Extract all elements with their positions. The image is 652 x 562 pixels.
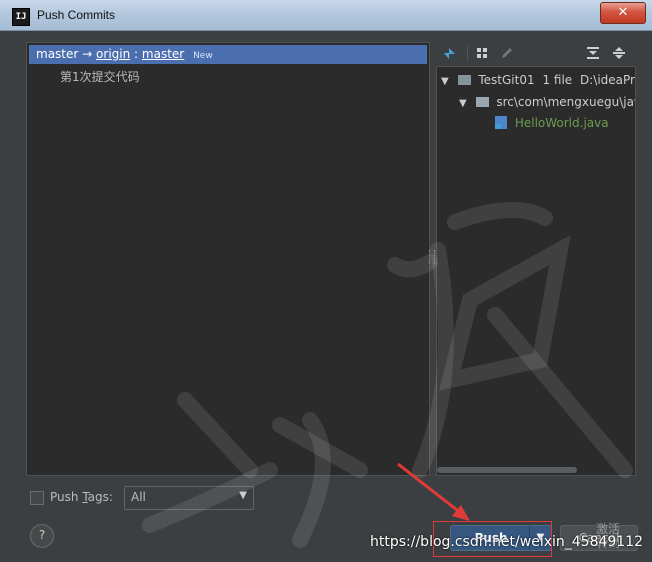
chevron-down-icon: ▼ — [239, 490, 247, 501]
branch-push-row[interactable]: master → origin : master New — [29, 45, 427, 64]
edit-icon[interactable] — [498, 44, 516, 62]
remote-name-link[interactable]: origin — [96, 47, 130, 61]
tags-mode-value: All — [131, 490, 146, 504]
new-badge: New — [193, 51, 213, 61]
file-count: 1 file — [542, 73, 573, 87]
expand-all-icon[interactable] — [584, 44, 602, 62]
pin-icon[interactable] — [441, 44, 459, 62]
horizontal-scrollbar[interactable] — [437, 467, 577, 473]
folder-icon — [475, 97, 489, 107]
project-name: TestGit01 — [478, 73, 535, 87]
title-bar: IJ Push Commits ✕ — [0, 0, 652, 31]
project-path: D:\ideaProj — [580, 73, 635, 87]
help-button[interactable]: ? — [30, 524, 54, 548]
group-icon[interactable] — [474, 44, 492, 62]
collapse-all-icon[interactable] — [610, 44, 628, 62]
java-file-icon — [495, 116, 507, 129]
window-title: Push Commits — [37, 8, 116, 22]
file-name: HelloWorld.java — [514, 116, 609, 130]
intellij-app-icon: IJ — [12, 8, 30, 26]
tags-mode-select[interactable]: All ▼ — [124, 486, 254, 510]
tree-node-package[interactable]: ▼ src\com\mengxuegu\jav — [459, 93, 636, 111]
arrow-right-icon: → — [82, 47, 93, 61]
module-folder-icon — [457, 75, 471, 85]
close-button[interactable]: ✕ — [600, 2, 646, 24]
expand-arrow-icon[interactable]: ▼ — [459, 98, 467, 109]
package-path: src\com\mengxuegu\jav — [496, 95, 636, 109]
tree-node-file[interactable]: HelloWorld.java — [495, 114, 609, 132]
toolbar-divider — [467, 45, 468, 61]
local-branch: master — [36, 47, 79, 61]
close-icon: ✕ — [617, 5, 629, 20]
tree-node-project[interactable]: ▼ TestGit01 1 file D:\ideaProj — [441, 71, 635, 89]
commits-list-panel[interactable]: master → origin : master New 第1次提交代码 — [26, 42, 430, 476]
remote-branch-link[interactable]: master — [142, 47, 184, 61]
branch-separator: : — [134, 47, 139, 61]
source-watermark: https://blog.csdn.net/weixin_45849112 — [370, 534, 644, 550]
commit-item[interactable]: 第1次提交代码 — [60, 68, 140, 85]
expand-arrow-icon[interactable]: ▼ — [441, 76, 449, 87]
annotation-arrow-head — [452, 505, 470, 521]
push-tags-label: Push Tags: — [50, 490, 113, 504]
changed-files-tree[interactable]: ▼ TestGit01 1 file D:\ideaProj ▼ src\com… — [436, 66, 636, 476]
changes-toolbar — [436, 42, 636, 64]
push-tags-checkbox[interactable] — [30, 491, 44, 505]
panel-splitter-handle[interactable] — [429, 250, 435, 264]
